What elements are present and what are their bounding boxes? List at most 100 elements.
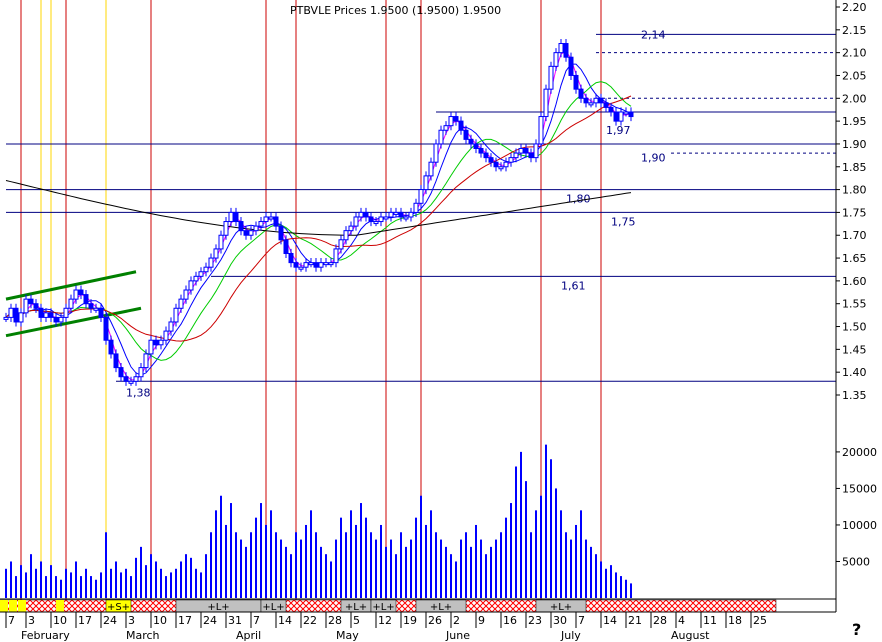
month-label: July [560, 629, 581, 642]
month-label: August [671, 629, 710, 642]
candle-body [213, 248, 219, 259]
day-tick-label: 9 [478, 614, 485, 627]
candle-body [73, 289, 79, 300]
moving-averages [5, 50, 632, 381]
signal-label: +L+ [372, 602, 394, 613]
price-tick-label: 2.10 [842, 47, 867, 60]
candle-body [338, 239, 344, 250]
candle-body [448, 116, 454, 127]
month-label: May [336, 629, 359, 642]
day-tick-label: 14 [603, 614, 617, 627]
candle-body [33, 303, 39, 309]
candle-body [88, 303, 94, 309]
candle-body [298, 266, 304, 270]
candle-body [68, 298, 74, 309]
day-tick-label: 24 [203, 614, 217, 627]
candle-body [333, 248, 339, 264]
candle-body [518, 148, 524, 154]
candle-body [163, 330, 169, 341]
price-tick-label: 2.05 [842, 69, 867, 82]
candle-body [348, 225, 354, 232]
price-tick-label: 1.65 [842, 252, 867, 265]
day-tick-label: 3 [28, 614, 35, 627]
price-tick-label: 1.40 [842, 366, 867, 379]
candle-body [318, 262, 324, 268]
candle-body [363, 211, 369, 218]
candle-body [528, 152, 534, 159]
day-tick-label: 7 [8, 614, 15, 627]
candle-body [383, 216, 389, 220]
candle-body [388, 211, 394, 218]
candle-body [233, 211, 239, 223]
candle-body [533, 143, 539, 159]
candle-body [208, 257, 214, 268]
candle-body [263, 216, 269, 223]
candle-body [183, 289, 189, 300]
day-tick-label: 31 [228, 614, 242, 627]
month-label: April [236, 629, 261, 642]
signal-band-yellow [0, 600, 8, 612]
candle-body [628, 111, 634, 118]
chart-title-overlap: Prices 1.9500 (1.9500) 1.9500 [334, 4, 501, 17]
signal-label: +L+ [262, 602, 284, 613]
candle-body [453, 116, 459, 122]
day-tick-label: 7 [253, 614, 260, 627]
candle-body [273, 216, 279, 227]
day-tick-label: 10 [153, 614, 167, 627]
candle-body [468, 138, 474, 145]
candle-body [188, 280, 194, 291]
candle-body [568, 56, 574, 76]
signal-band-yellow [56, 600, 64, 612]
price-tick-label: 1.80 [842, 184, 867, 197]
ma-red-line [5, 95, 632, 342]
candle-body [378, 216, 384, 223]
signal-label: +L+ [550, 602, 572, 613]
level-label: 1,75 [611, 216, 636, 229]
day-tick-label: 3 [128, 614, 135, 627]
candle-body [48, 312, 54, 318]
candle-body [558, 43, 564, 54]
signal-label: +L+ [345, 602, 367, 613]
signal-label: +L+ [207, 602, 229, 613]
day-tick-label: 26 [428, 614, 442, 627]
day-tick-label: 19 [403, 614, 417, 627]
ma-green-line [5, 81, 632, 361]
candle-body [413, 202, 419, 213]
candle-body [243, 230, 249, 236]
level-label: 1,38 [126, 387, 151, 400]
candle-body [128, 380, 134, 384]
help-icon[interactable]: ? [852, 620, 861, 639]
candle-body [498, 166, 504, 170]
candle-body [408, 211, 414, 218]
day-tick-label: 14 [278, 614, 292, 627]
candle-body [358, 211, 364, 218]
candle-body [288, 252, 294, 264]
candle-body [313, 262, 319, 268]
candle-body [488, 157, 494, 163]
day-tick-label: 30 [553, 614, 567, 627]
candle-body [418, 189, 424, 204]
day-tick-label: 28 [328, 614, 342, 627]
day-tick-label: 18 [728, 614, 742, 627]
candle-body [223, 221, 229, 236]
candle-body [108, 339, 114, 355]
candle-body [398, 211, 404, 218]
volume-tick-label: 20000 [842, 446, 877, 459]
candle-body [78, 289, 84, 296]
day-tick-label: 17 [178, 614, 192, 627]
candle-body [43, 312, 49, 318]
candle-body [588, 102, 594, 106]
signal-band-yellow [18, 600, 26, 612]
candle-body [258, 221, 264, 227]
day-tick-label: 24 [103, 614, 117, 627]
candle-body [118, 367, 124, 378]
day-tick-label: 25 [753, 614, 767, 627]
price-tick-label: 1.85 [842, 161, 867, 174]
candle-body [203, 266, 209, 273]
candle-body [53, 316, 59, 323]
candle-body [598, 97, 604, 104]
candle-body [168, 321, 174, 332]
candle-body [443, 125, 449, 131]
candle-body [343, 230, 349, 241]
day-tick-label: 5 [353, 614, 360, 627]
